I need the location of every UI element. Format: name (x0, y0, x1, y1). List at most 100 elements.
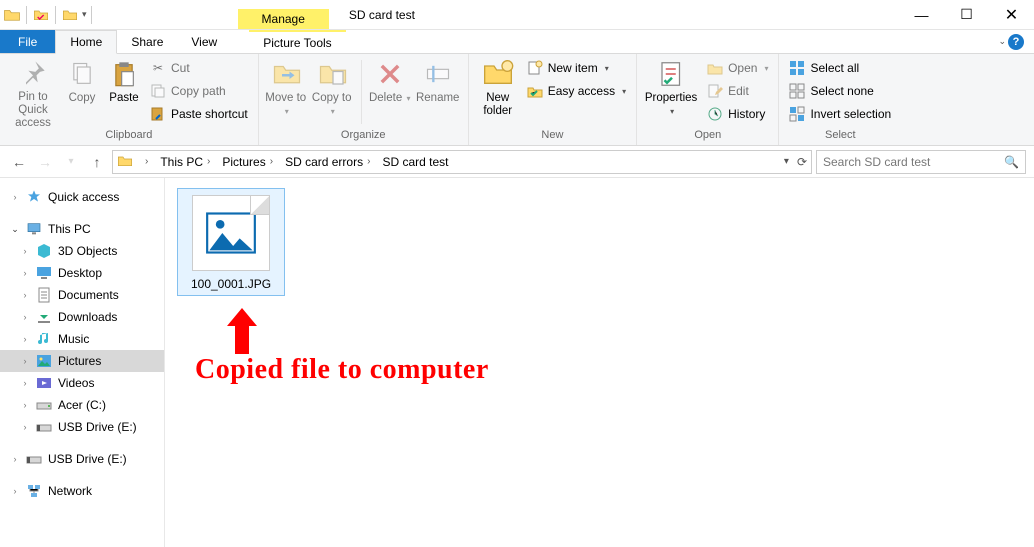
tab-home[interactable]: Home (55, 30, 117, 54)
tab-share[interactable]: Share (117, 30, 177, 53)
downloads-icon (36, 309, 52, 325)
dropdown-caret-icon: ▾ (622, 87, 626, 96)
sidebar-item-quick-access[interactable]: › Quick access (0, 186, 164, 208)
sidebar-item-music[interactable]: ›Music (0, 328, 164, 350)
dropdown-caret-icon: ▾ (285, 107, 289, 116)
breadcrumb[interactable]: SD card errors› (281, 151, 378, 173)
paste-icon (108, 58, 140, 90)
chevron-right-icon[interactable]: › (207, 156, 210, 167)
up-button[interactable]: ↑ (86, 151, 108, 173)
dropdown-caret-icon: ▾ (331, 107, 335, 116)
documents-icon (36, 287, 52, 303)
paste-shortcut-button[interactable]: Paste shortcut (146, 104, 252, 124)
history-icon (707, 106, 723, 122)
file-list-pane[interactable]: 100_0001.JPG Copied file to computer (165, 178, 1034, 547)
sidebar-item-desktop[interactable]: ›Desktop (0, 262, 164, 284)
sidebar-item-videos[interactable]: ›Videos (0, 372, 164, 394)
sidebar-item-documents[interactable]: ›Documents (0, 284, 164, 306)
collapse-icon[interactable]: ⌄ (10, 224, 20, 235)
history-button[interactable]: History (703, 104, 772, 124)
delete-button[interactable]: Delete ▾ (368, 56, 412, 128)
file-item[interactable]: 100_0001.JPG (177, 188, 285, 296)
invert-selection-icon (789, 106, 805, 122)
group-organize: Move to ▾ Copy to ▾ Delete ▾ Rename Orga… (259, 54, 469, 145)
sidebar-item-3d-objects[interactable]: ›3D Objects (0, 240, 164, 262)
select-all-button[interactable]: Select all (785, 58, 895, 78)
group-new: New folder New item▾ Easy access▾ New (469, 54, 637, 145)
select-none-button[interactable]: Select none (785, 81, 895, 101)
help-icon[interactable]: ? (1008, 34, 1024, 50)
cut-button[interactable]: ✂Cut (146, 58, 252, 78)
3d-objects-icon (36, 243, 52, 259)
close-button[interactable]: ✕ (989, 0, 1034, 29)
copy-button[interactable]: Copy (62, 56, 102, 128)
invert-selection-button[interactable]: Invert selection (785, 104, 895, 124)
chevron-right-icon[interactable]: › (270, 156, 273, 167)
copy-path-button[interactable]: Copy path (146, 81, 252, 101)
ribbon-tabs: File Home Share View Picture Tools ⌄ ? (0, 30, 1034, 54)
open-button[interactable]: Open▾ (703, 58, 772, 78)
ribbon-collapse-caret-icon[interactable]: ⌄ (998, 36, 1006, 47)
copy-icon (66, 58, 98, 90)
sidebar-item-this-pc[interactable]: ⌄ This PC (0, 218, 164, 240)
breadcrumb[interactable]: This PC› (156, 151, 218, 173)
rename-button[interactable]: Rename (414, 56, 462, 128)
edit-icon (707, 83, 723, 99)
select-all-icon (789, 60, 805, 76)
qat-customize-caret-icon[interactable]: ▾ (82, 9, 87, 20)
copy-to-icon (317, 58, 349, 90)
sidebar-item-local-disk[interactable]: ›Acer (C:) (0, 394, 164, 416)
qat-item-icon[interactable] (61, 6, 79, 24)
network-icon (26, 483, 42, 499)
edit-button[interactable]: Edit (703, 81, 772, 101)
pin-to-quick-access-button[interactable]: Pin to Quick access (6, 56, 60, 128)
group-open: Properties ▾ Open▾ Edit History Open (637, 54, 779, 145)
forward-button[interactable]: → (34, 151, 56, 173)
tab-file[interactable]: File (0, 30, 55, 53)
address-bar[interactable]: › This PC› Pictures› SD card errors› SD … (112, 150, 812, 174)
copy-to-button[interactable]: Copy to ▾ (311, 56, 355, 128)
quick-access-icon (26, 189, 42, 205)
sidebar-item-usb-drive-root[interactable]: ›USB Drive (E:) (0, 448, 164, 470)
group-clipboard: Pin to Quick access Copy Paste ✂Cut Copy… (0, 54, 259, 145)
breadcrumb[interactable]: Pictures› (218, 151, 281, 173)
recent-locations-button[interactable]: ▾ (60, 151, 82, 173)
refresh-button[interactable]: ⟳ (797, 155, 807, 169)
new-folder-button[interactable]: New folder (475, 56, 521, 128)
new-item-button[interactable]: New item▾ (523, 58, 630, 78)
cut-icon: ✂ (150, 60, 166, 76)
sidebar-item-usb-drive[interactable]: ›USB Drive (E:) (0, 416, 164, 438)
file-name-label: 100_0001.JPG (182, 277, 280, 291)
breadcrumb[interactable]: SD card test (378, 151, 452, 173)
sidebar-item-pictures[interactable]: ›Pictures (0, 350, 164, 372)
qat-item-icon[interactable] (32, 6, 50, 24)
maximize-button[interactable]: ☐ (944, 0, 989, 29)
chevron-right-icon[interactable]: › (367, 156, 370, 167)
move-to-icon (271, 58, 303, 90)
properties-button[interactable]: Properties ▾ (643, 56, 701, 128)
back-button[interactable]: ← (8, 151, 30, 173)
expand-icon[interactable]: › (10, 192, 20, 202)
paste-button[interactable]: Paste (104, 56, 144, 128)
quick-access-toolbar: ▾ (0, 0, 98, 29)
sidebar-item-downloads[interactable]: ›Downloads (0, 306, 164, 328)
usb-drive-icon (36, 419, 52, 435)
app-folder-icon[interactable] (3, 6, 21, 24)
paste-shortcut-icon (150, 106, 166, 122)
select-none-icon (789, 83, 805, 99)
this-pc-icon (26, 221, 42, 237)
search-input[interactable]: Search SD card test 🔍 (816, 150, 1026, 174)
group-select: Select all Select none Invert selection … (779, 54, 901, 145)
address-dropdown-icon[interactable]: ▾ (784, 156, 789, 167)
easy-access-button[interactable]: Easy access▾ (523, 81, 630, 101)
navigation-bar: ← → ▾ ↑ › This PC› Pictures› SD card err… (0, 146, 1034, 178)
chevron-right-icon[interactable]: › (145, 156, 148, 167)
tab-picture-tools[interactable]: Picture Tools (249, 30, 345, 53)
manage-contextual-label: Manage (238, 9, 329, 29)
sidebar-item-network[interactable]: ›Network (0, 480, 164, 502)
tab-view[interactable]: View (177, 30, 231, 53)
rename-icon (422, 58, 454, 90)
minimize-button[interactable]: — (899, 0, 944, 29)
move-to-button[interactable]: Move to ▾ (265, 56, 309, 128)
dropdown-caret-icon: ▾ (764, 64, 768, 73)
